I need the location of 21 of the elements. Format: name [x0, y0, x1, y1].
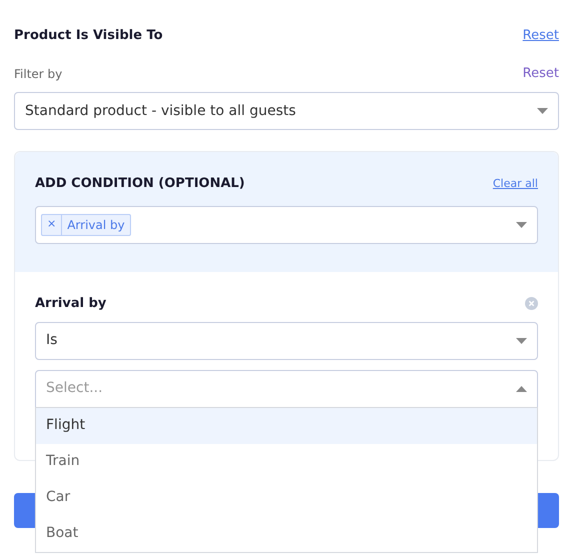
- section-title: Product Is Visible To: [14, 27, 163, 46]
- dropdown-option[interactable]: Flight: [36, 408, 537, 444]
- dropdown-option[interactable]: Boat: [36, 516, 537, 552]
- dropdown-option[interactable]: Train: [36, 444, 537, 480]
- remove-condition-icon[interactable]: [525, 297, 538, 310]
- condition-tag: × Arrival by: [41, 214, 131, 236]
- clear-all-link[interactable]: Clear all: [492, 176, 538, 192]
- reset-link[interactable]: Reset: [522, 64, 559, 83]
- caret-icon: [537, 108, 548, 114]
- caret-icon: [516, 386, 527, 392]
- operator-dropdown[interactable]: Is: [35, 322, 538, 360]
- filter-dropdown[interactable]: Standard product - visible to all guests: [14, 92, 559, 130]
- panel-heading: ADD CONDITION (OPTIONAL): [35, 175, 245, 193]
- remove-tag-button[interactable]: ×: [42, 214, 62, 234]
- caret-icon: [516, 338, 527, 344]
- dropdown-option[interactable]: Car: [36, 480, 537, 516]
- condition-label: Arrival by: [35, 295, 106, 313]
- caret-icon: [516, 222, 527, 228]
- condition-select[interactable]: × Arrival by: [35, 206, 538, 244]
- field-label: Filter by: [14, 66, 62, 83]
- reset-link[interactable]: Reset: [522, 26, 559, 46]
